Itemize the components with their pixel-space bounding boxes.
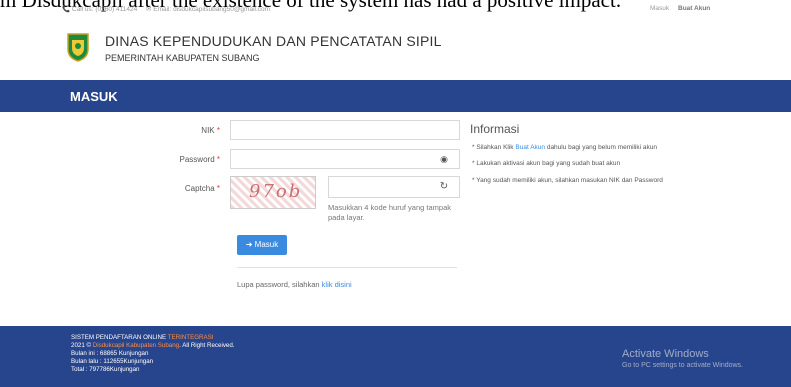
visits-last-month: Bulan lalu : 112655Kunjungan bbox=[71, 358, 154, 365]
form-divider bbox=[237, 267, 457, 268]
forgot-password-link[interactable]: klik disini bbox=[322, 280, 352, 289]
page-title-band bbox=[0, 80, 791, 112]
nik-input[interactable] bbox=[230, 120, 460, 140]
login-button[interactable]: ➜ Masuk bbox=[237, 235, 287, 255]
brand-title: DINAS KEPENDUDUKAN DAN PENCATATAN SIPIL bbox=[105, 33, 442, 49]
brand-subtitle: PEMERINTAH KABUPATEN SUBANG bbox=[105, 53, 260, 63]
windows-activation-watermark: Activate Windows Go to PC settings to ac… bbox=[622, 348, 743, 369]
password-input[interactable] bbox=[230, 149, 460, 169]
info-item-1: * Silahkan Klik Buat Akun dahulu bagi ya… bbox=[472, 144, 658, 151]
email-contact: ✉ Email: disdukcapilsubang50@gmail.com bbox=[146, 6, 271, 13]
eye-slash-icon[interactable]: ◉ bbox=[436, 151, 452, 167]
footer-system-name: SISTEM PENDAFTARAN ONLINE TERINTEGRASI bbox=[71, 334, 214, 341]
refresh-icon[interactable]: ↻ bbox=[436, 179, 452, 195]
info-item-3: * Yang sudah memiliki akun, silahkan mas… bbox=[472, 177, 663, 184]
create-account-link[interactable]: Buat Akun bbox=[678, 5, 710, 12]
login-link[interactable]: Masuk bbox=[650, 5, 669, 12]
visits-total: Total : 797786Kunjungan bbox=[71, 366, 140, 373]
password-label: Password * bbox=[179, 155, 220, 164]
info-item-2: * Lakukan aktivasi akun bagi yang sudah … bbox=[472, 160, 621, 167]
visits-this-month: Bulan ini : 68865 Kunjungan bbox=[71, 350, 149, 357]
forgot-password: Lupa password, silahkan klik disini bbox=[237, 280, 352, 289]
captcha-help-text: Masukkan 4 kode huruf yang tampak pada l… bbox=[328, 203, 451, 222]
captcha-image: 97ob bbox=[230, 176, 316, 209]
footer-copyright: 2021 © Disdukcapil Kabupaten Subang. All… bbox=[71, 342, 235, 349]
phone-contact: 📞 Call us: (0260) 411424 bbox=[62, 6, 138, 13]
nik-label: NIK * bbox=[201, 126, 220, 135]
shield-logo-icon bbox=[67, 33, 89, 62]
captcha-label: Captcha * bbox=[184, 184, 220, 193]
info-create-account-link[interactable]: Buat Akun bbox=[515, 144, 545, 151]
top-contact-bar: 📞 Call us: (0260) 411424 ✉ Email: disduk… bbox=[0, 0, 791, 16]
info-title: Informasi bbox=[470, 122, 520, 136]
page-title: MASUK bbox=[70, 89, 118, 104]
footer-org-link[interactable]: Disdukcapil Kabupaten Subang bbox=[93, 342, 179, 349]
